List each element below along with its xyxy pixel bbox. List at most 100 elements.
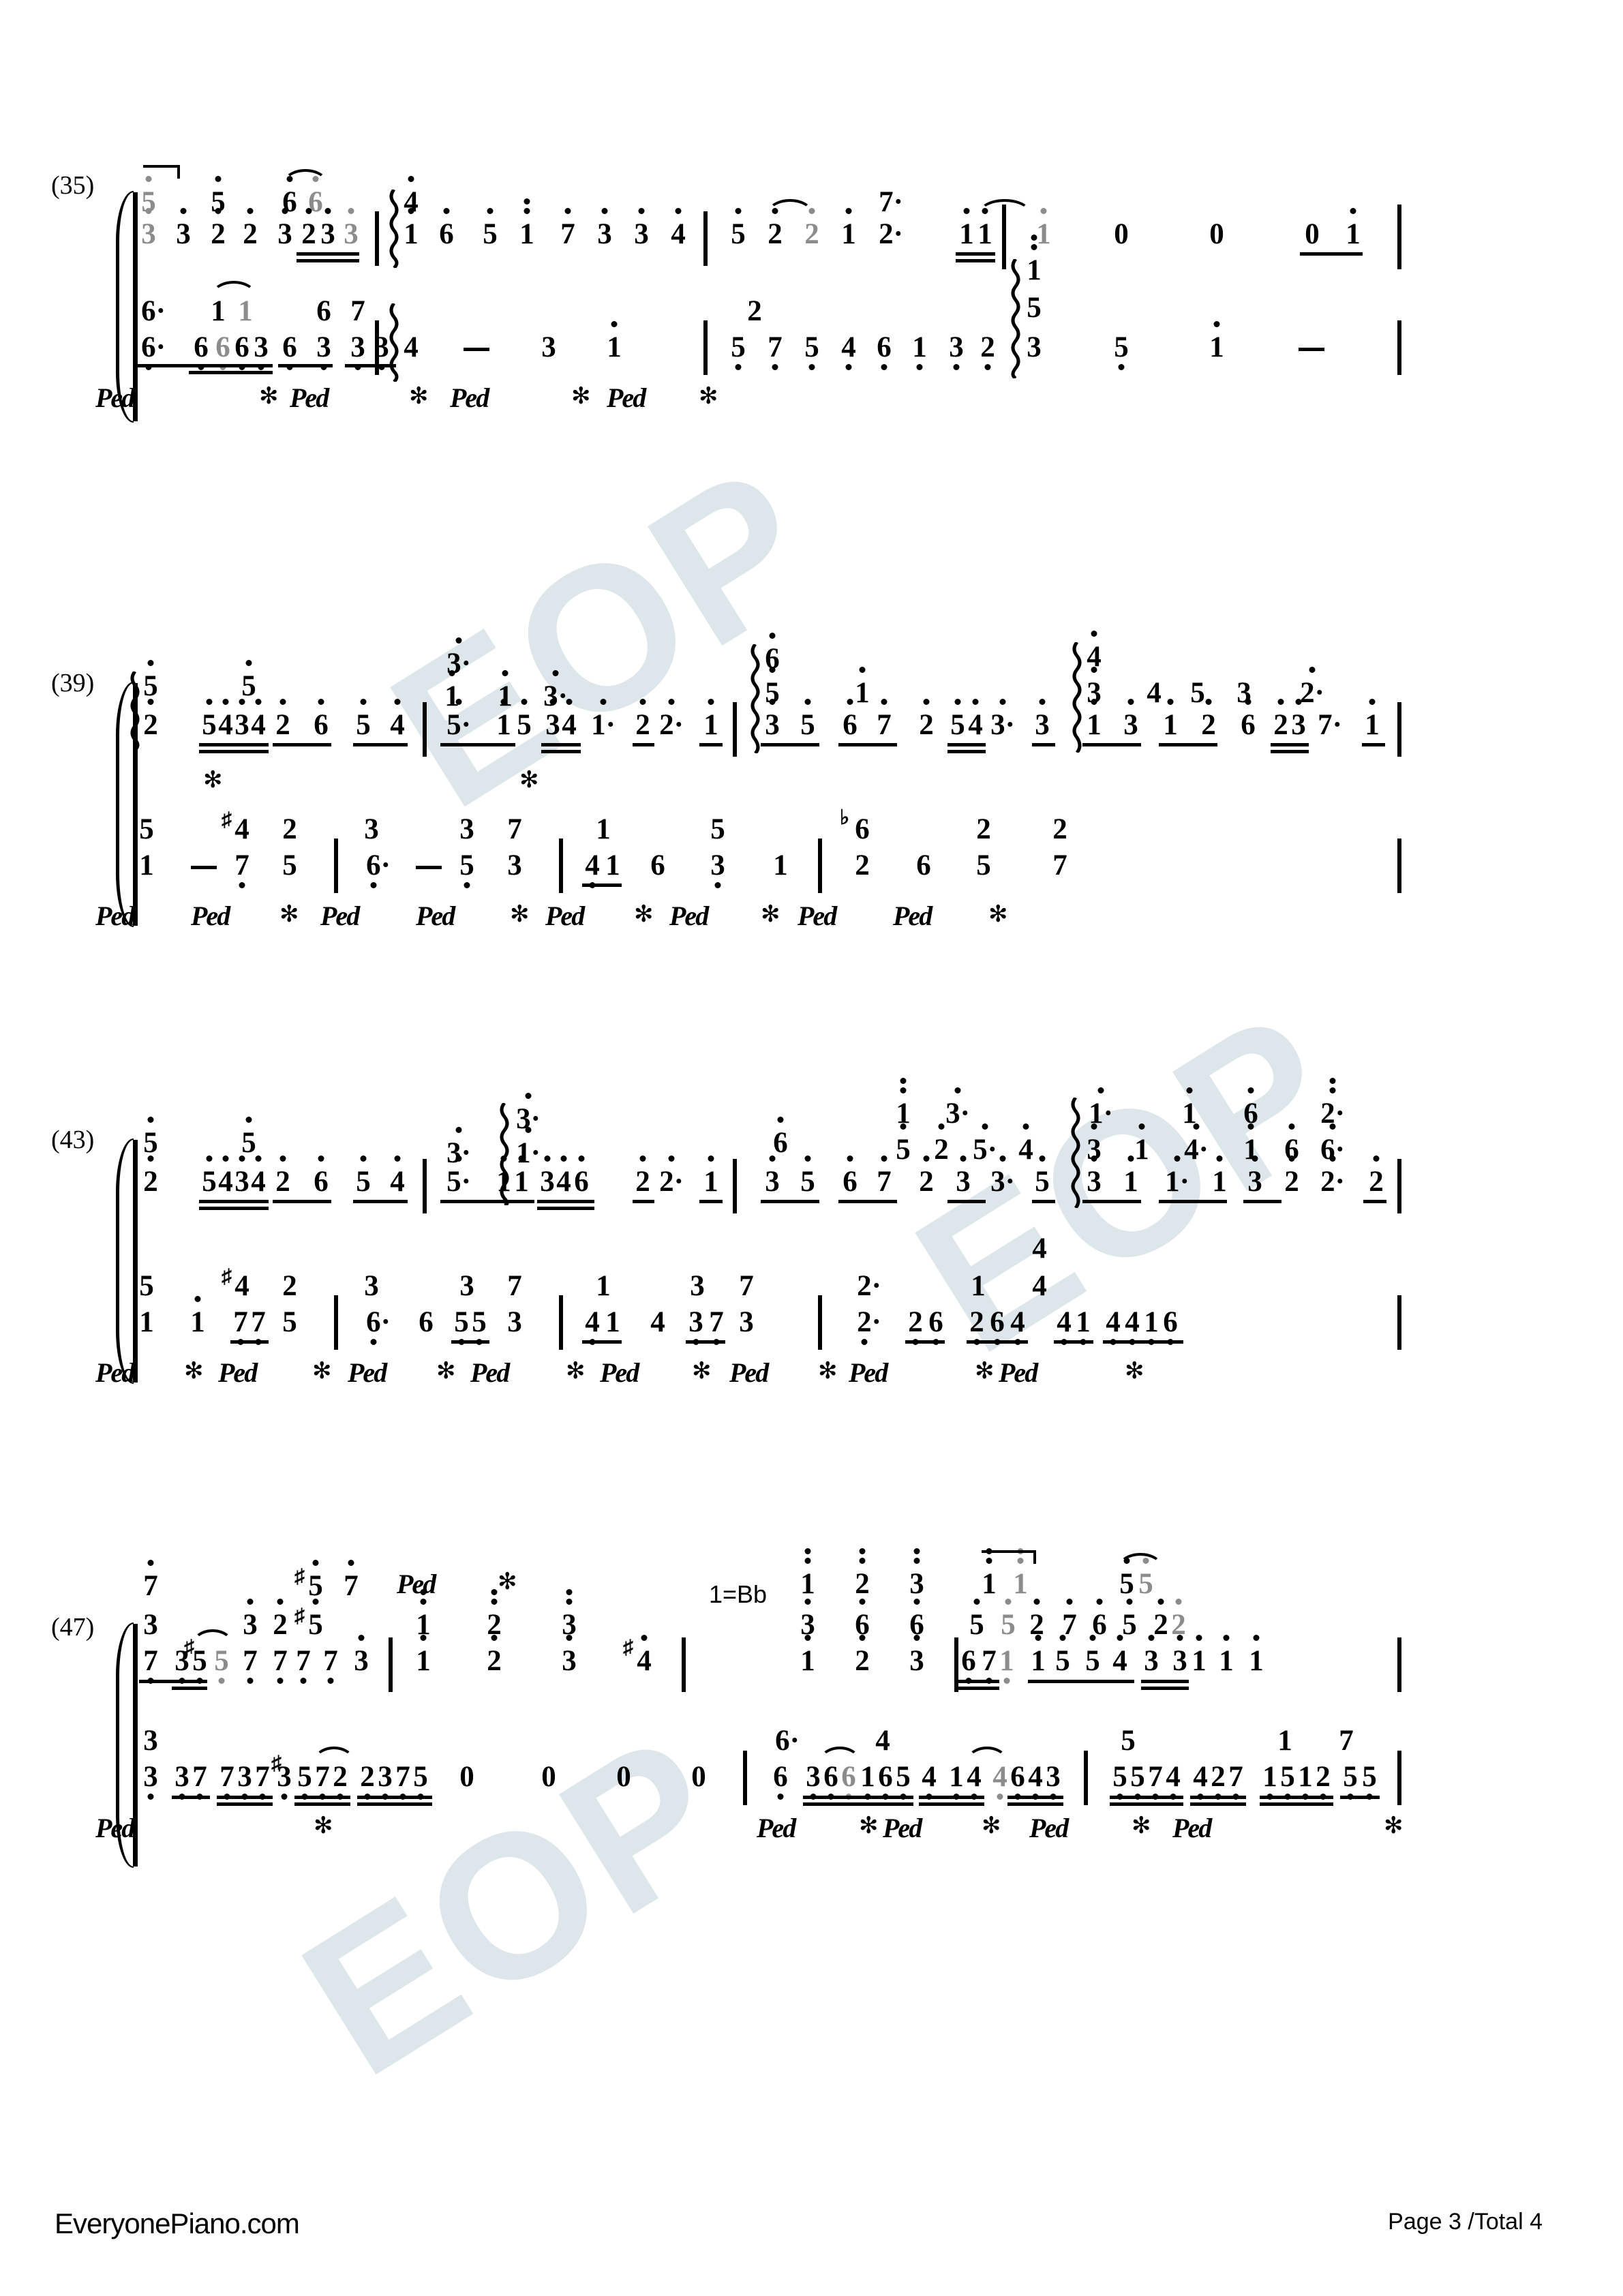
note: 1	[1084, 699, 1104, 740]
note: 6	[232, 333, 252, 370]
note: 5	[1190, 677, 1205, 709]
barline	[559, 839, 563, 893]
note: 3	[559, 1635, 579, 1676]
note: 6	[927, 1308, 945, 1345]
note: 6·	[361, 1308, 395, 1345]
note: 2·	[1316, 1155, 1350, 1196]
note: 2	[977, 333, 998, 370]
pedal-up-mark: ✻	[312, 1359, 332, 1384]
pedal-down-mark: Ped	[607, 382, 646, 413]
note: 7	[507, 1270, 522, 1302]
note: 4	[234, 1270, 249, 1302]
note: 5	[239, 660, 259, 701]
note: 6	[855, 813, 870, 845]
site-name: EveryonePiano.com	[55, 2207, 300, 2239]
key-signature-label: 1=Bb	[709, 1580, 768, 1608]
note: 3	[236, 1762, 254, 1800]
barline	[1397, 1637, 1401, 1692]
note: 5	[140, 660, 161, 701]
note: 1	[859, 1762, 877, 1800]
note: 7	[140, 1560, 161, 1601]
note: 3	[631, 208, 652, 249]
note: 4	[967, 699, 984, 740]
note: 5	[140, 1117, 161, 1158]
note: 2	[274, 1155, 292, 1196]
barline	[375, 211, 379, 266]
note: 3	[594, 208, 615, 249]
sharp-icon: ♯	[294, 1565, 305, 1588]
barline	[559, 1295, 563, 1350]
pedal-up-mark: ✻	[818, 1359, 838, 1384]
pedal-down-mark: Ped	[470, 1357, 510, 1388]
pedal-down-mark: Ped	[320, 901, 360, 931]
barline	[954, 1637, 958, 1692]
note: 4	[634, 1635, 654, 1676]
note: 7	[254, 1762, 271, 1800]
note: 1	[1207, 321, 1227, 362]
note: 2	[916, 1155, 937, 1196]
note: 5	[200, 1155, 218, 1196]
note: 5	[354, 1155, 372, 1196]
note: 1	[909, 333, 930, 370]
note: 2	[331, 1762, 349, 1800]
note: 4	[1027, 1762, 1044, 1800]
note: 7	[739, 1270, 754, 1302]
note: 3	[762, 1155, 783, 1196]
note: 4	[838, 333, 859, 370]
note: 6	[650, 849, 665, 881]
note: 2	[282, 813, 297, 845]
note: 7	[708, 1308, 725, 1345]
note: 7	[249, 1308, 267, 1345]
note: 7·	[879, 186, 903, 218]
note: 1	[1121, 1155, 1141, 1196]
note: 6	[770, 1762, 791, 1800]
note: 5	[798, 1155, 818, 1196]
note: 4	[249, 1155, 267, 1196]
note: 5	[200, 699, 218, 740]
note: 1	[495, 699, 513, 740]
pedal-down-mark: Ped	[669, 901, 709, 931]
barline	[1397, 1159, 1401, 1213]
note: 5	[1084, 1635, 1102, 1676]
note: 1·	[1160, 1155, 1194, 1196]
system-1: (35) 5 5 6 6 3 3 2 2 3 2 3 3 4 1 6 5 1 7	[51, 165, 1506, 429]
note: 3·	[539, 670, 573, 711]
note: 5	[1279, 1762, 1296, 1800]
note: 6	[279, 333, 300, 370]
note: 5	[1129, 1762, 1147, 1800]
note: 5	[967, 1599, 987, 1640]
note: 3	[541, 331, 556, 363]
note: 3	[348, 333, 368, 370]
note: 6·	[775, 1725, 800, 1757]
beam	[297, 259, 359, 262]
note: 7	[191, 1762, 209, 1800]
page-label: Page 3 /Total 4	[1388, 2209, 1543, 2235]
note: 3	[507, 849, 522, 881]
note: 3	[138, 208, 159, 249]
note: 3	[946, 333, 967, 370]
note: 7	[232, 1308, 249, 1345]
note: 3	[275, 208, 295, 249]
note: 1	[517, 198, 537, 249]
note: 2	[931, 1123, 952, 1164]
note: 5	[802, 333, 822, 370]
note: 3	[687, 1308, 705, 1345]
note: 6	[840, 1155, 860, 1196]
note: 7	[1052, 849, 1067, 881]
note: 1	[773, 849, 788, 881]
note: 4	[1111, 1635, 1129, 1676]
pedal-up-mark: ✻	[571, 384, 591, 409]
note: 3	[318, 208, 338, 249]
note: 2	[1152, 1599, 1170, 1640]
note: 5	[1111, 1762, 1129, 1800]
note: 3	[143, 1725, 158, 1757]
note: 6	[822, 1762, 840, 1800]
note: 5	[1033, 1155, 1051, 1196]
barline	[733, 702, 737, 757]
note: 2·	[852, 1308, 886, 1345]
note: 7	[507, 813, 522, 845]
note: 7	[1339, 1725, 1354, 1757]
barline	[703, 211, 708, 266]
note: 7	[140, 1646, 161, 1684]
tie-slur	[767, 199, 813, 217]
